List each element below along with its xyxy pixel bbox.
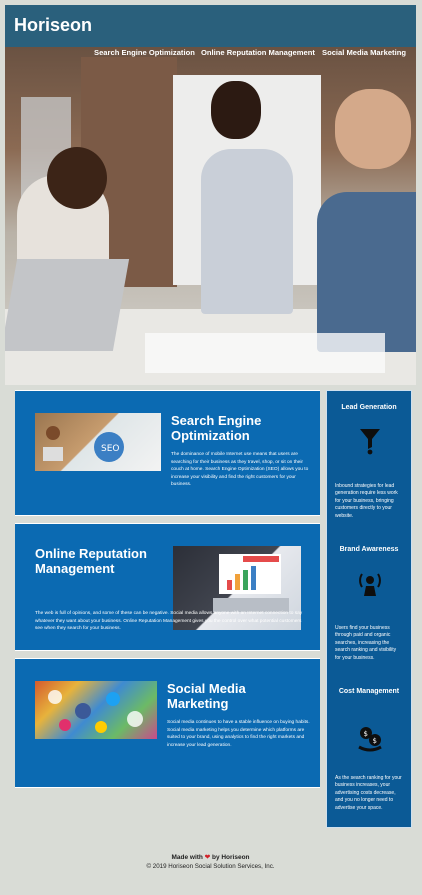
- brand-awareness-icon: [355, 569, 385, 599]
- hero-laptop: [5, 259, 130, 351]
- main-nav: Search Engine Optimization Online Reputa…: [5, 48, 416, 62]
- svg-text:SEO: SEO: [101, 444, 119, 454]
- cost-management-icon: $ $: [355, 723, 385, 753]
- seo-illustration-icon: SEO: [43, 426, 124, 462]
- svg-text:$: $: [364, 730, 368, 738]
- hero-person-center: [201, 149, 293, 314]
- social-media-image: [35, 681, 157, 739]
- site-footer: Made with ❤ by Horiseon © 2019 Horiseon …: [5, 853, 416, 871]
- section-title: Social Media Marketing: [167, 681, 246, 711]
- section-body: The web is full of opinions, and some of…: [35, 611, 303, 632]
- section-social-media: Social Media Marketing Social media cont…: [15, 658, 320, 788]
- benefit-title-lead-generation: Lead Generation: [341, 404, 397, 411]
- benefit-text-lead-generation: Inbound strategies for lead generation r…: [335, 483, 398, 519]
- hero-papers: [145, 333, 385, 373]
- seo-image: SEO: [35, 413, 161, 471]
- hero-image: [5, 47, 416, 385]
- nav-link-reputation[interactable]: Online Reputation Management: [201, 48, 315, 57]
- nav-link-social-media[interactable]: Social Media Marketing: [322, 48, 406, 57]
- copyright-text: © 2019 Horiseon Social Solution Services…: [146, 863, 275, 870]
- hero-person-left-hair: [47, 147, 107, 209]
- nav-link-seo[interactable]: Search Engine Optimization: [94, 48, 195, 57]
- benefit-title-brand-awareness: Brand Awareness: [339, 546, 399, 553]
- social-media-icons-icon: [48, 690, 143, 733]
- section-body: Social media continues to have a stable …: [167, 720, 310, 748]
- section-body: The dominance of mobile Internet use mea…: [171, 452, 309, 488]
- section-reputation: Online Reputation Management The web is …: [15, 523, 320, 651]
- hero-person-right: [317, 192, 416, 352]
- benefit-title-cost-management: Cost Management: [338, 688, 400, 695]
- benefits-sidebar: Lead Generation Inbound strategies for l…: [326, 390, 412, 828]
- lead-generation-icon: [355, 425, 385, 455]
- heart-icon: ❤: [204, 854, 211, 861]
- site-logo[interactable]: Horiseon: [14, 15, 92, 36]
- made-with-prefix: Made with: [171, 854, 203, 861]
- svg-text:$: $: [373, 737, 377, 745]
- benefit-text-cost-management: As the search ranking for your business …: [335, 775, 402, 811]
- site-header: Horiseon: [5, 5, 416, 47]
- hero-person-center-head: [211, 81, 261, 139]
- made-with-line: Made with ❤ by Horiseon: [5, 853, 416, 862]
- hero-person-right-head: [335, 89, 411, 169]
- benefit-text-brand-awareness: Users find your business through paid an…: [335, 625, 397, 661]
- section-title: Online Reputation Management: [35, 546, 147, 576]
- section-title: Search Engine Optimization: [171, 413, 262, 443]
- page-frame: Horiseon Search Engine Optimization Onli…: [5, 5, 416, 890]
- section-seo: SEO Search Engine Optimization The domin…: [15, 390, 320, 516]
- made-with-suffix: by Horiseon: [211, 854, 250, 861]
